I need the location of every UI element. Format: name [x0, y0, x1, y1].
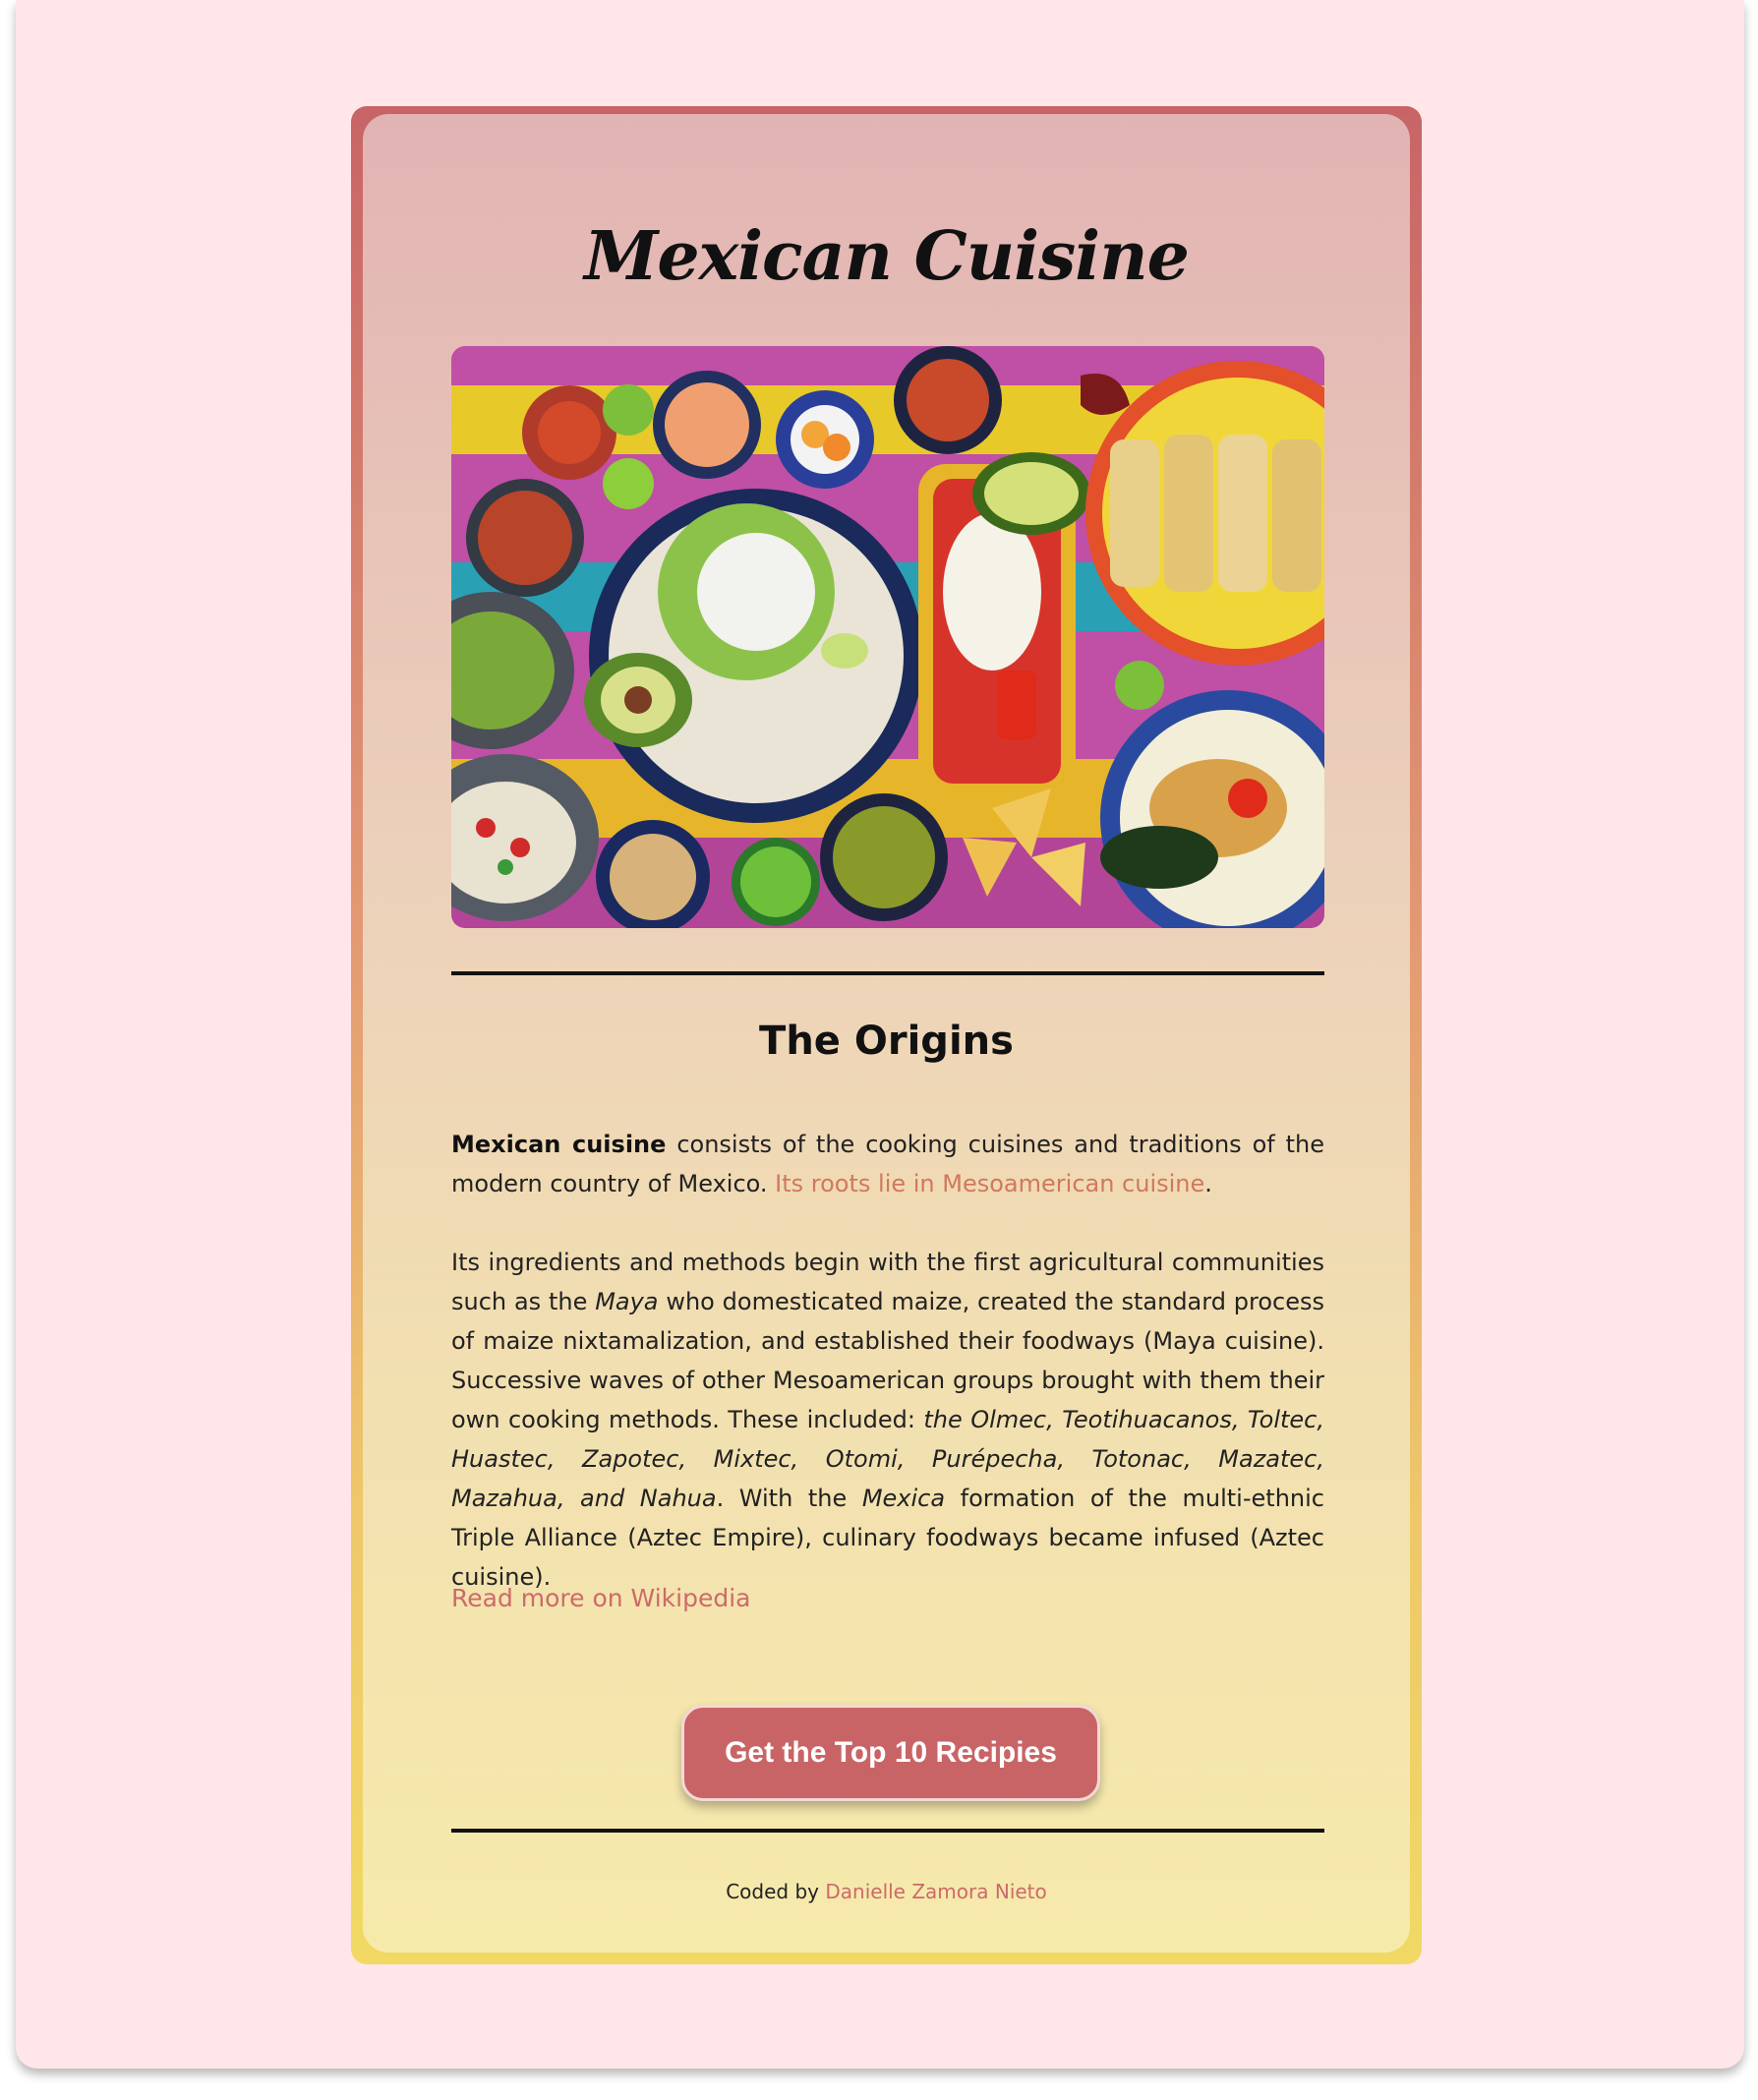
text-span: . [1204, 1170, 1212, 1197]
author-link[interactable]: Danielle Zamora Nieto [825, 1880, 1046, 1903]
footer-credit: Coded by Danielle Zamora Nieto [363, 1880, 1410, 1903]
origins-paragraph-2: Its ingredients and methods begin with t… [451, 1243, 1324, 1597]
wikipedia-link[interactable]: Read more on Wikipedia [451, 1584, 750, 1612]
recipe-card: Mexican Cuisine The Origins Mexican cuis… [363, 114, 1410, 1953]
hero-food-image [451, 346, 1324, 928]
page-title: Mexican Cuisine [584, 217, 1190, 296]
divider [451, 1829, 1324, 1833]
page-background: Mexican Cuisine The Origins Mexican cuis… [16, 0, 1744, 2069]
divider [451, 971, 1324, 975]
top-recipes-button[interactable]: Get the Top 10 Recipies [681, 1705, 1100, 1801]
bold-term: Mexican cuisine [451, 1131, 667, 1158]
food-illustration [451, 346, 1324, 928]
section-heading: The Origins [759, 1019, 1014, 1064]
origins-paragraph-1: Mexican cuisine consists of the cooking … [451, 1125, 1324, 1203]
footer-prefix: Coded by [726, 1880, 826, 1903]
maya-term: Maya [595, 1288, 659, 1315]
mesoamerican-link[interactable]: Its roots lie in Mesoamerican cuisine [775, 1170, 1204, 1197]
recipe-card-frame: Mexican Cuisine The Origins Mexican cuis… [351, 106, 1422, 1964]
text-span: . With the [716, 1485, 862, 1512]
mexica-term: Mexica [861, 1485, 946, 1512]
